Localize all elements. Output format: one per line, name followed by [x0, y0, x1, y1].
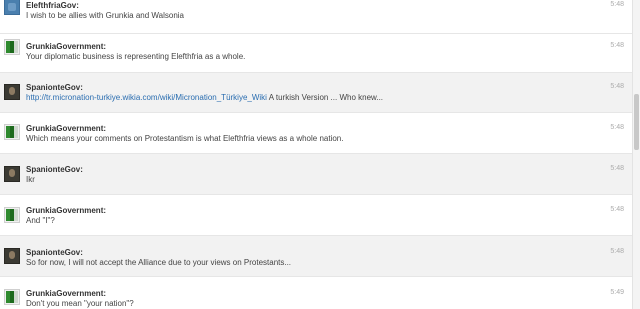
message-sender[interactable]: GrunkiaGovernment:: [26, 289, 106, 298]
chat-log: ElefthfriaGov: I wish to be allies with …: [0, 0, 640, 309]
chat-message: GrunkiaGovernment: And "I"? 5:48: [0, 195, 632, 236]
message-sender[interactable]: GrunkiaGovernment:: [26, 42, 106, 51]
scrollbar-thumb[interactable]: [634, 94, 639, 150]
chat-message: GrunkiaGovernment: Your diplomatic busin…: [0, 34, 632, 73]
green-flag-icon[interactable]: [4, 124, 20, 140]
chat-message: ElefthfriaGov: I wish to be allies with …: [0, 0, 632, 34]
message-text: Your diplomatic business is representing…: [26, 52, 246, 61]
message-text: http://tr.micronation-turkiye.wikia.com/…: [26, 93, 383, 102]
message-sender[interactable]: GrunkiaGovernment:: [26, 124, 106, 133]
message-text: Which means your comments on Protestanti…: [26, 134, 344, 143]
message-text: So for now, I will not accept the Allian…: [26, 258, 292, 267]
message-link[interactable]: http://tr.micronation-turkiye.wikia.com/…: [26, 93, 267, 102]
message-text: Ikr: [26, 175, 35, 184]
chat-message: GrunkiaGovernment: Which means your comm…: [0, 113, 632, 154]
message-sender[interactable]: SpanionteGov:: [26, 165, 83, 174]
message-text: And "I"?: [26, 216, 55, 225]
chat-message: GrunkiaGovernment: Don't you mean "your …: [0, 277, 632, 309]
message-text: I wish to be allies with Grunkia and Wal…: [26, 11, 184, 20]
message-sender[interactable]: GrunkiaGovernment:: [26, 206, 106, 215]
message-timestamp: 5:48: [610, 165, 624, 172]
chat-message: SpanionteGov: So for now, I will not acc…: [0, 236, 632, 277]
message-timestamp: 5:48: [610, 42, 624, 49]
green-flag-icon[interactable]: [4, 289, 20, 305]
message-sender[interactable]: SpanionteGov:: [26, 83, 83, 92]
message-text-rest: A turkish Version ... Who knew...: [266, 93, 384, 102]
blue-square-icon[interactable]: [4, 0, 20, 15]
message-sender[interactable]: SpanionteGov:: [26, 248, 83, 257]
message-timestamp: 5:48: [610, 1, 624, 8]
green-flag-icon[interactable]: [4, 39, 20, 55]
message-timestamp: 5:48: [610, 83, 624, 90]
portrait-icon[interactable]: [4, 166, 20, 182]
green-flag-icon[interactable]: [4, 207, 20, 223]
message-timestamp: 5:48: [610, 206, 624, 213]
message-timestamp: 5:48: [610, 124, 624, 131]
portrait-icon[interactable]: [4, 248, 20, 264]
message-timestamp: 5:48: [610, 248, 624, 255]
chat-message: SpanionteGov: Ikr 5:48: [0, 154, 632, 195]
message-timestamp: 5:49: [610, 289, 624, 296]
message-sender[interactable]: ElefthfriaGov:: [26, 1, 79, 10]
portrait-icon[interactable]: [4, 84, 20, 100]
chat-message: SpanionteGov: http://tr.micronation-turk…: [0, 73, 632, 113]
vertical-scrollbar[interactable]: [632, 0, 640, 309]
message-text: Don't you mean "your nation"?: [26, 299, 134, 308]
